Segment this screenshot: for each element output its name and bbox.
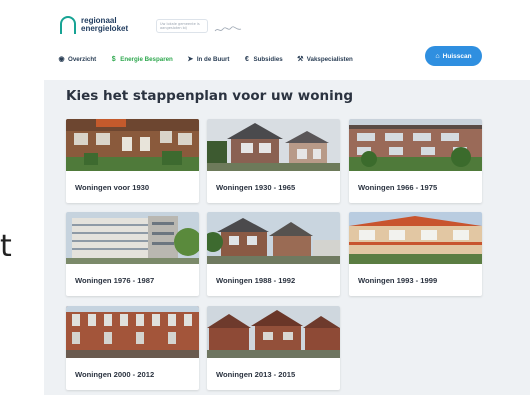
- house-photo: [349, 212, 482, 264]
- nav-item-in-de-buurt[interactable]: ➤ In de Buurt: [187, 55, 230, 63]
- nav-label: Overzicht: [68, 55, 97, 63]
- house-photo: [66, 119, 199, 171]
- send-icon: ➤: [187, 55, 194, 63]
- card-label: Woningen 1966 - 1975: [358, 182, 438, 192]
- nav-label: Energie Besparen: [120, 55, 173, 63]
- card-woningen-voor-1930[interactable]: Woningen voor 1930: [66, 119, 199, 203]
- card-woningen-1976-1987[interactable]: Woningen 1976 - 1987: [66, 212, 199, 296]
- card-label: Woningen 1930 - 1965: [216, 182, 296, 192]
- page: regionaal energieloket Uw lokale gemeent…: [44, 0, 530, 395]
- card-label: Woningen voor 1930: [75, 182, 150, 192]
- logo-line-2: energieloket: [81, 24, 129, 33]
- card-woningen-1988-1992[interactable]: Woningen 1988 - 1992: [207, 212, 340, 296]
- card-label: Woningen 2000 - 2012: [75, 369, 155, 379]
- nav-label: Vakspecialisten: [306, 55, 353, 63]
- nav-label: In de Buurt: [196, 55, 230, 63]
- house-photo: [207, 306, 340, 358]
- house-photo: [66, 306, 199, 358]
- nav-label: Subsidies: [253, 55, 283, 63]
- wrench-icon: ⚒: [297, 55, 304, 63]
- main-content: Kies het stappenplan voor uw woning Woni…: [44, 80, 530, 395]
- card-woningen-1930-1965[interactable]: Woningen 1930 - 1965: [207, 119, 340, 203]
- cropped-text-fragment: t: [0, 229, 12, 264]
- site-header: regionaal energieloket Uw lokale gemeent…: [44, 0, 530, 80]
- logo[interactable]: regionaal energieloket: [60, 16, 128, 34]
- house-photo: [349, 119, 482, 171]
- dollar-icon: $: [111, 55, 116, 63]
- nav-item-subsidies[interactable]: € Subsidies: [243, 55, 283, 63]
- card-label: Woningen 2013 - 2015: [216, 369, 296, 379]
- nav-item-overzicht[interactable]: ◉ Overzicht: [58, 56, 96, 63]
- logo-text: regionaal energieloket: [81, 17, 128, 33]
- card-woningen-1966-1975[interactable]: Woningen 1966 - 1975: [349, 119, 482, 203]
- logo-arch-icon: [60, 16, 76, 34]
- card-label: Woningen 1988 - 1992: [216, 275, 296, 285]
- globe-icon: ◉: [58, 55, 65, 63]
- huisscan-button[interactable]: ⌂ Huisscan: [425, 46, 482, 66]
- card-label: Woningen 1976 - 1987: [75, 275, 155, 285]
- page-title: Kies het stappenplan voor uw woning: [66, 88, 354, 104]
- card-label: Woningen 1993 - 1999: [358, 275, 438, 285]
- main-nav: ◉ Overzicht $ Energie Besparen ➤ In de B…: [58, 51, 367, 67]
- huisscan-label: Huisscan: [442, 52, 472, 60]
- card-woningen-2000-2012[interactable]: Woningen 2000 - 2012: [66, 306, 199, 390]
- partner-badge: Uw lokale gemeente is aangesloten bij: [156, 19, 208, 33]
- house-photo: [207, 119, 340, 171]
- nav-item-vakspecialisten[interactable]: ⚒ Vakspecialisten: [297, 56, 353, 63]
- partner-logo-icon: [214, 20, 242, 32]
- card-woningen-1993-1999[interactable]: Woningen 1993 - 1999: [349, 212, 482, 296]
- nav-item-energie-besparen[interactable]: $ Energie Besparen: [110, 56, 173, 63]
- card-woningen-2013-2015[interactable]: Woningen 2013 - 2015: [207, 306, 340, 390]
- home-icon: ⌂: [435, 52, 440, 60]
- house-photo: [207, 212, 340, 264]
- euro-icon: €: [245, 55, 249, 63]
- house-photo: [66, 212, 199, 264]
